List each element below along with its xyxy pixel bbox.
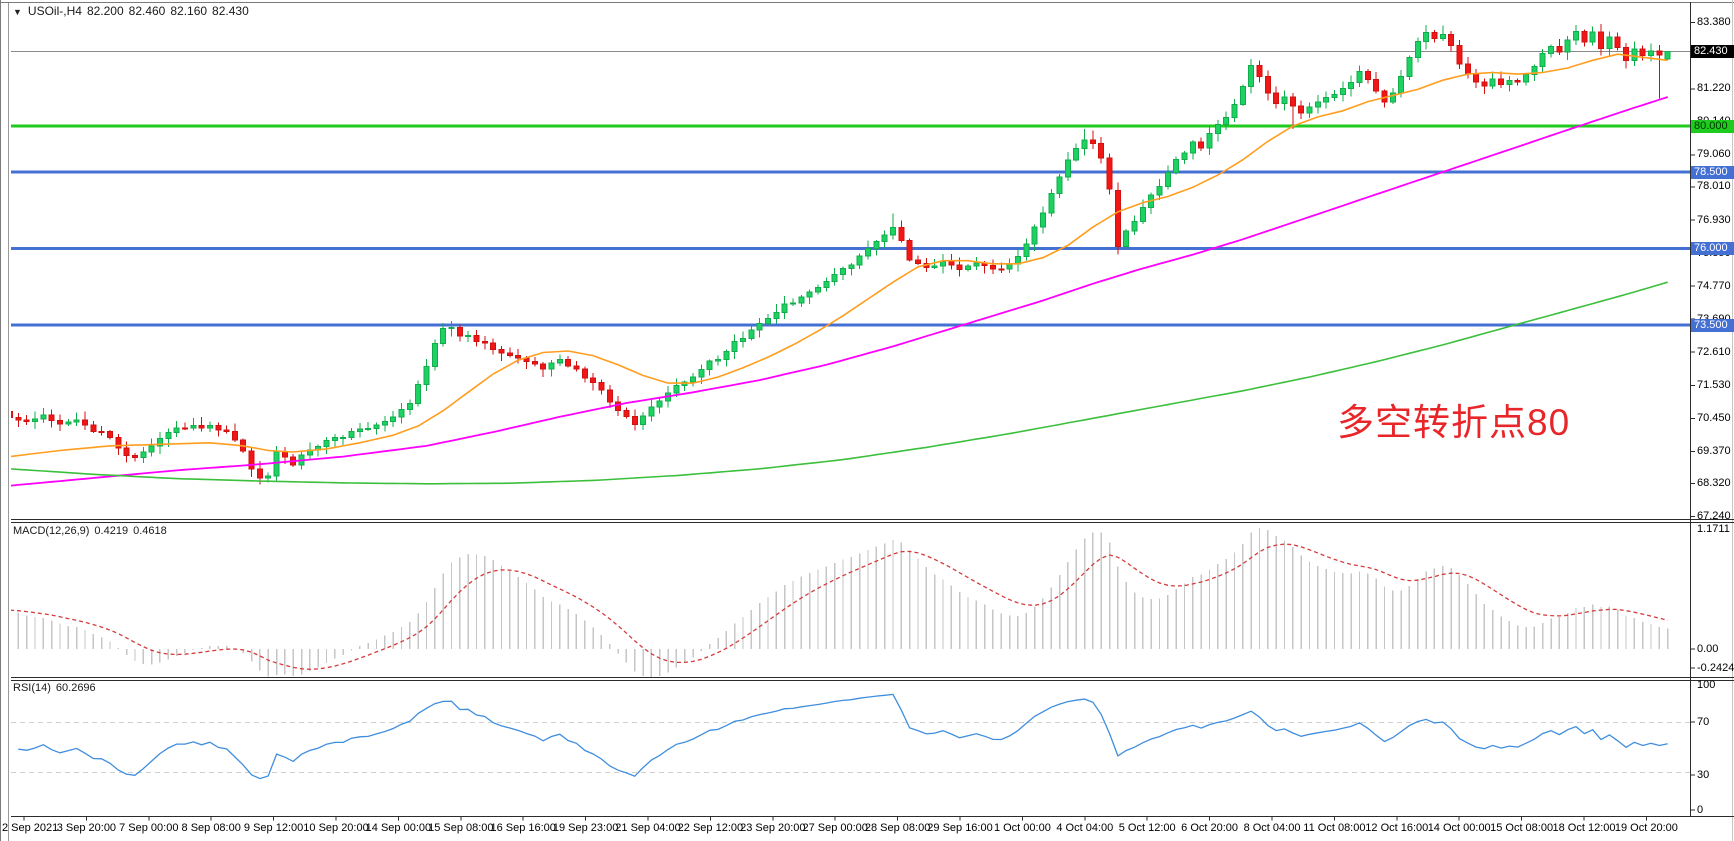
date-label: 8 Oct 04:00	[1244, 822, 1301, 834]
price-tick-label: 79.060	[1697, 148, 1731, 160]
price-tick-label: 83.380	[1697, 16, 1731, 28]
level-price-label: 80.000	[1691, 120, 1734, 133]
chart-title: ▼ USOil-,H4 82.200 82.460 82.160 82.430	[13, 4, 254, 18]
ohlc-close: 82.430	[212, 4, 249, 18]
date-label: 14 Oct 00:00	[1428, 822, 1491, 834]
price-tick-label: 67.240	[1697, 510, 1731, 522]
rsi-axis-label: 0	[1697, 804, 1703, 816]
price-tick-label: 69.370	[1697, 445, 1731, 457]
price-tick-label: 81.220	[1697, 82, 1731, 94]
date-label: 19 Oct 20:00	[1615, 822, 1678, 834]
price-tick-label: 71.530	[1697, 379, 1731, 391]
macd-name: MACD(12,26,9)	[13, 525, 89, 537]
date-label: 15 Sep 08:00	[428, 822, 493, 834]
symbol-dropdown-icon[interactable]: ▼	[13, 7, 22, 17]
date-label: 4 Oct 04:00	[1056, 822, 1113, 834]
date-label: 2 Sep 2021	[2, 822, 58, 834]
date-label: 14 Sep 00:00	[366, 822, 431, 834]
macd-axis-label: 1.1711	[1697, 523, 1730, 535]
price-tick-label: 68.320	[1697, 477, 1731, 489]
macd-signal-line	[10, 544, 1668, 669]
chart-window: ▼ USOil-,H4 82.200 82.460 82.160 82.430 MACD(…	[0, 0, 1734, 841]
date-label: 5 Oct 12:00	[1119, 822, 1176, 834]
rsi-panel	[11, 694, 1690, 778]
current-price-label: 82.430	[1691, 45, 1734, 58]
price-tick-label: 70.450	[1697, 412, 1731, 424]
date-label: 11 Oct 08:00	[1303, 822, 1365, 834]
ohlc-low: 82.160	[170, 4, 207, 18]
macd-axis-label: -0.2424	[1697, 662, 1734, 674]
ohlc-high: 82.460	[129, 4, 166, 18]
level-price-label: 78.500	[1691, 166, 1734, 179]
date-label: 22 Sep 12:00	[678, 822, 743, 834]
rsi-axis-label: 100	[1697, 679, 1715, 691]
date-label: 12 Oct 16:00	[1365, 822, 1428, 834]
price-tick-label: 74.770	[1697, 280, 1731, 292]
price-tick-label: 72.610	[1697, 346, 1731, 358]
date-label: 7 Sep 00:00	[119, 822, 178, 834]
date-label: 10 Sep 20:00	[303, 822, 368, 834]
macd-axis-label: 0.00	[1697, 643, 1718, 655]
macd-main-value: 0.4219	[94, 525, 128, 537]
date-label: 18 Oct 12:00	[1553, 822, 1616, 834]
rsi-name: RSI(14)	[13, 682, 51, 694]
macd-indicator-label: MACD(12,26,9) 0.4219 0.4618	[13, 525, 172, 537]
macd-signal-value: 0.4618	[133, 525, 167, 537]
symbol-period-label: USOil-,H4	[28, 4, 82, 18]
date-label: 21 Sep 04:00	[615, 822, 680, 834]
level-price-label: 76.000	[1691, 242, 1734, 255]
rsi-indicator-label: RSI(14) 60.2696	[13, 682, 101, 694]
rsi-value: 60.2696	[56, 682, 96, 694]
date-label: 6 Oct 20:00	[1181, 822, 1238, 834]
rsi-axis-label: 70	[1697, 716, 1709, 728]
rsi-axis-label: 30	[1697, 769, 1709, 781]
date-label: 28 Sep 08:00	[865, 822, 930, 834]
date-label: 19 Sep 23:00	[553, 822, 618, 834]
date-label: 15 Oct 08:00	[1490, 822, 1553, 834]
date-label: 3 Sep 20:00	[57, 822, 116, 834]
macd-panel	[10, 528, 1668, 677]
annotation-text: 多空转折点80	[1337, 392, 1570, 446]
date-label: 8 Sep 08:00	[182, 822, 241, 834]
date-label: 27 Sep 00:00	[802, 822, 867, 834]
date-label: 9 Sep 12:00	[244, 822, 303, 834]
price-tick-label: 76.930	[1697, 214, 1731, 226]
date-label: 23 Sep 20:00	[740, 822, 805, 834]
date-label: 29 Sep 16:00	[927, 822, 992, 834]
date-label: 1 Oct 00:00	[994, 822, 1051, 834]
price-tick-label: 78.010	[1697, 180, 1731, 192]
ma-slow-green-line	[10, 282, 1668, 484]
rsi-line	[18, 694, 1667, 778]
level-price-label: 73.500	[1691, 319, 1734, 332]
date-label: 16 Sep 16:00	[490, 822, 555, 834]
ohlc-open: 82.200	[87, 4, 124, 18]
macd-histogram	[10, 528, 1668, 677]
